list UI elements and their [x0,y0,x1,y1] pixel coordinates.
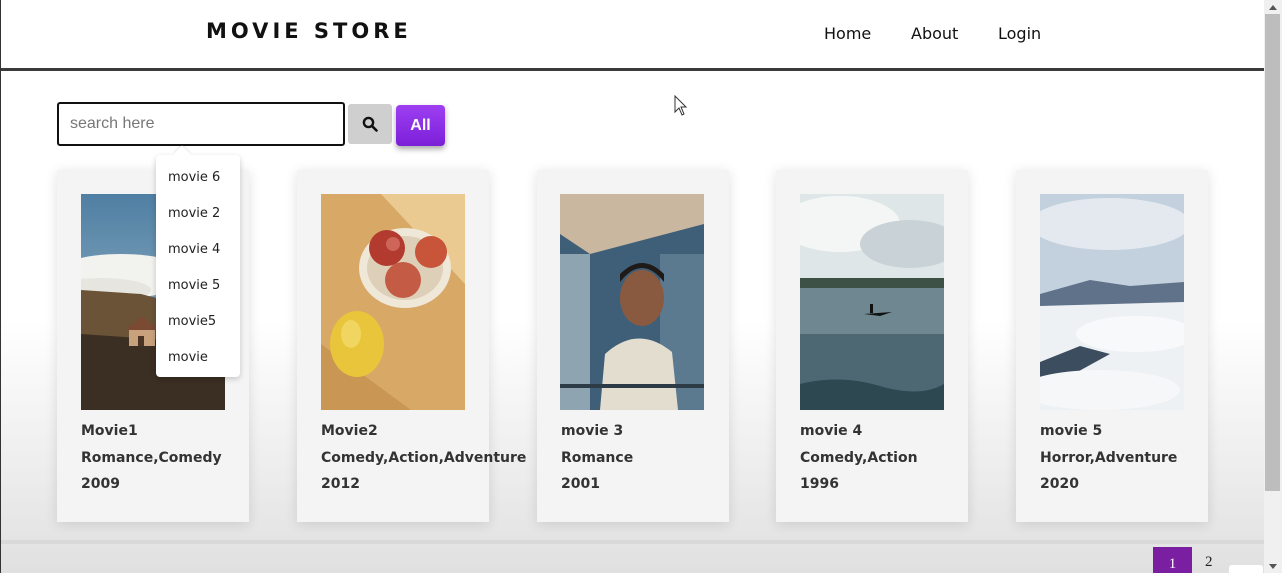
pagination-next-button[interactable] [1229,565,1263,575]
movie-genre: Romance [561,450,634,466]
nav-login-link[interactable]: Login [998,24,1041,43]
scroll-up-arrow-icon[interactable] [1264,0,1282,14]
footer-divider [1,540,1265,544]
vertical-scrollbar[interactable] [1264,0,1282,573]
scrollbar-thumb[interactable] [1265,14,1280,491]
suggestion-item[interactable]: movie [168,350,208,365]
movie-title: movie 3 [561,423,624,439]
movie-poster-image [800,194,944,410]
suggestion-item[interactable]: movie 4 [168,242,220,257]
pagination-page-1[interactable]: 1 [1153,547,1192,573]
scroll-down-arrow-icon[interactable] [1264,558,1282,573]
search-input[interactable] [59,104,341,144]
brand-logo[interactable]: MOVIE STORE [206,19,412,43]
movie-title: movie 4 [800,423,863,439]
movie-card[interactable]: movie 3 Romance 2001 [537,170,729,522]
pagination-page-2[interactable]: 2 [1205,554,1213,571]
movie-genre: Comedy,Action,Adventure [321,450,527,466]
movie-genre: Horror,Adventure [1040,450,1178,466]
search-field[interactable] [57,102,345,146]
search-icon [362,116,378,132]
movie-genre: Romance,Comedy [81,450,222,466]
movie-poster-image [1040,194,1184,410]
movie-year: 1996 [800,476,839,492]
search-suggestions-dropdown: movie 6 movie 2 movie 4 movie 5 movie5 m… [156,155,240,377]
movie-poster-image [321,194,465,410]
page: MOVIE STORE Home About Login All movie 6… [0,0,1265,575]
movie-year: 2009 [81,476,120,492]
suggestion-item[interactable]: movie5 [168,314,216,329]
movie-year: 2001 [561,476,600,492]
movie-year: 2020 [1040,476,1079,492]
nav-home-link[interactable]: Home [824,24,871,43]
suggestion-item[interactable]: movie 6 [168,170,220,185]
movie-year: 2012 [321,476,360,492]
nav-about-link[interactable]: About [911,24,958,43]
movie-title: Movie2 [321,423,378,439]
movie-card[interactable]: movie 4 Comedy,Action 1996 [776,170,968,522]
all-filter-button[interactable]: All [396,105,445,146]
movie-poster-image [560,194,704,410]
suggestion-item[interactable]: movie 2 [168,206,220,221]
search-button[interactable] [348,104,392,144]
movie-card[interactable]: Movie2 Comedy,Action,Adventure 2012 [297,170,526,522]
movie-title: Movie1 [81,423,138,439]
movie-title: movie 5 [1040,423,1103,439]
movie-card[interactable]: movie 5 Horror,Adventure 2020 [1016,170,1208,522]
mouse-cursor-icon [674,94,688,121]
suggestion-item[interactable]: movie 5 [168,278,220,293]
top-navbar: MOVIE STORE Home About Login [1,0,1265,71]
movie-genre: Comedy,Action [800,450,918,466]
